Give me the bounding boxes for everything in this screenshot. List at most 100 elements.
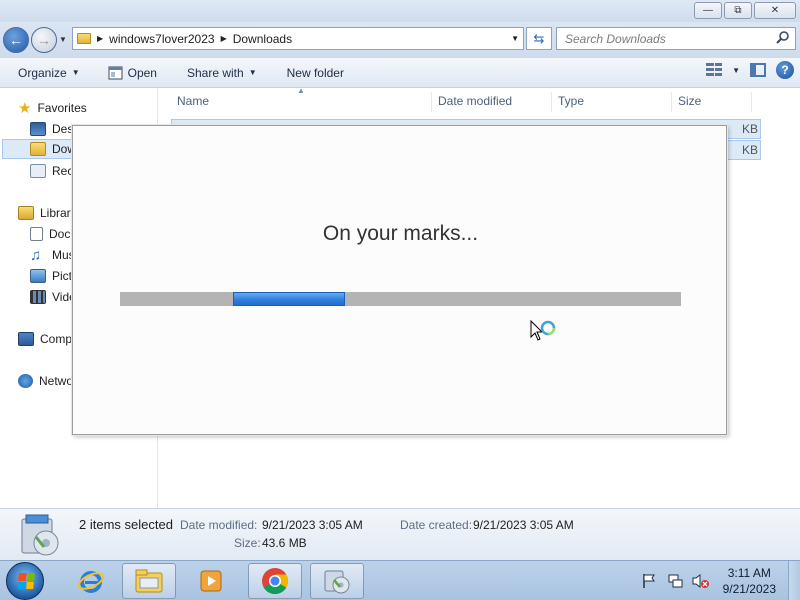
help-icon[interactable]: ? <box>776 61 794 79</box>
show-desktop-button[interactable] <box>788 561 800 600</box>
nav-favorites-label: Favorites <box>37 101 87 115</box>
taskbar-media-player[interactable] <box>184 563 238 599</box>
nav-computer[interactable]: Comp <box>18 329 72 349</box>
internet-explorer-icon <box>77 571 105 593</box>
date-modified-value: 9/21/2023 3:05 AM <box>262 518 363 532</box>
loading-message: On your marks... <box>322 222 479 245</box>
date-created-value: 9/21/2023 3:05 AM <box>473 518 574 532</box>
forward-arrow-icon: → <box>37 32 51 48</box>
breadcrumb-arrow-icon[interactable]: ▶ <box>221 34 227 43</box>
new-folder-button[interactable]: New folder <box>279 61 352 85</box>
column-header-name[interactable]: Name <box>177 92 209 114</box>
column-divider[interactable] <box>431 92 432 112</box>
restore-icon: ⧉ <box>734 5 742 16</box>
open-icon <box>108 66 123 79</box>
clock-time: 3:11 AM <box>727 566 771 580</box>
nav-libraries[interactable]: Librar <box>18 203 71 223</box>
progress-bar <box>120 292 681 306</box>
installer-package-icon <box>21 514 59 556</box>
downloads-folder-icon <box>30 142 46 156</box>
taskbar: 3:11 AM 9/21/2023 <box>0 560 800 600</box>
column-divider[interactable] <box>671 92 672 112</box>
open-label: Open <box>127 65 157 80</box>
documents-icon <box>30 227 43 241</box>
refresh-icon: ⇆ <box>533 30 545 46</box>
column-divider[interactable] <box>551 92 552 112</box>
maximize-button[interactable]: ⧉ <box>724 2 752 19</box>
search-icon[interactable] <box>775 30 791 46</box>
refresh-button[interactable]: ⇆ <box>526 27 552 50</box>
file-size-suffix: KB <box>741 122 758 136</box>
start-button[interactable] <box>6 562 44 600</box>
recent-pages-dropdown[interactable]: ▼ <box>59 35 67 44</box>
close-button[interactable]: ✕ <box>754 2 796 19</box>
music-icon: ♫ <box>30 246 42 264</box>
date-created-label: Date created: <box>400 518 473 532</box>
size-value: 43.6 MB <box>262 536 307 550</box>
breadcrumb-user-folder[interactable]: windows7lover2023 <box>109 32 214 46</box>
forward-button[interactable]: → <box>31 27 57 53</box>
view-options-dropdown[interactable]: ▼ <box>732 66 740 75</box>
nav-pictures[interactable]: Pict <box>30 266 72 286</box>
column-header-date-modified[interactable]: Date modified <box>438 92 512 114</box>
organize-button[interactable]: Organize ▼ <box>10 61 88 85</box>
navigation-bar: ← → ▼ ▶ windows7lover2023 ▶ Downloads ▼ … <box>0 22 800 58</box>
breadcrumb-arrow-icon[interactable]: ▶ <box>97 34 103 43</box>
search-input[interactable]: Search Downloads <box>556 27 796 50</box>
file-size-suffix: KB <box>741 143 758 157</box>
nav-computer-label: Comp <box>40 332 73 346</box>
windows-logo-icon <box>17 573 35 589</box>
computer-icon <box>18 332 34 346</box>
pictures-icon <box>30 269 46 283</box>
window-controls: — ⧉ ✕ <box>694 2 796 19</box>
selection-count: 2 items selected <box>79 517 173 532</box>
details-pane: 2 items selected Date modified: 9/21/202… <box>0 508 800 560</box>
size-label: Size: <box>234 536 261 550</box>
share-with-button[interactable]: Share with ▼ <box>179 61 265 85</box>
desktop-icon <box>30 122 46 136</box>
nav-music[interactable]: ♫ Mus <box>30 245 75 265</box>
minimize-button[interactable]: — <box>694 2 722 19</box>
volume-muted-icon[interactable] <box>692 573 710 589</box>
nav-libraries-label: Librar <box>40 206 71 220</box>
nav-network-label: Netwo <box>39 374 74 388</box>
nav-network[interactable]: Netwo <box>18 371 73 391</box>
busy-cursor-icon <box>530 320 556 341</box>
installer-icon <box>324 570 350 594</box>
recent-places-icon <box>30 164 46 178</box>
nav-videos[interactable]: Vide <box>30 287 76 307</box>
taskbar-windows-explorer[interactable] <box>122 563 176 599</box>
media-player-icon <box>200 570 222 592</box>
action-center-flag-icon[interactable] <box>642 573 656 589</box>
star-icon: ★ <box>18 100 32 117</box>
title-bar: — ⧉ ✕ <box>0 0 800 22</box>
sort-indicator-icon: ▲ <box>297 86 305 95</box>
network-tray-icon[interactable] <box>668 573 684 589</box>
change-view-icon[interactable] <box>706 63 723 77</box>
command-bar: Organize ▼ Open Share with ▼ New folder … <box>0 58 800 88</box>
taskbar-internet-explorer[interactable] <box>64 563 118 599</box>
breadcrumb-downloads[interactable]: Downloads <box>233 32 292 46</box>
system-clock[interactable]: 3:11 AM 9/21/2023 <box>723 565 776 597</box>
preview-pane-icon[interactable] <box>750 63 766 77</box>
taskbar-chrome[interactable] <box>248 563 302 599</box>
windows-explorer-icon <box>135 569 163 593</box>
chrome-icon <box>262 568 289 595</box>
nav-documents-label: Doc <box>49 227 71 241</box>
column-header-size[interactable]: Size <box>678 92 701 114</box>
address-dropdown-icon[interactable]: ▼ <box>511 34 519 43</box>
nav-documents[interactable]: Doc <box>30 224 70 244</box>
back-button[interactable]: ← <box>3 27 29 53</box>
column-header-type[interactable]: Type <box>558 92 584 114</box>
minimize-icon: — <box>703 5 713 16</box>
loading-dialog: On your marks... <box>72 125 727 435</box>
open-button[interactable]: Open <box>100 61 165 85</box>
column-divider[interactable] <box>751 92 752 112</box>
address-bar[interactable]: ▶ windows7lover2023 ▶ Downloads ▼ <box>72 27 524 50</box>
nav-favorites[interactable]: ★ Favorites <box>18 98 87 118</box>
taskbar-installer[interactable] <box>310 563 364 599</box>
share-with-label: Share with <box>186 65 244 80</box>
chevron-down-icon: ▼ <box>248 68 257 77</box>
folder-icon <box>77 33 91 44</box>
libraries-icon <box>18 206 34 220</box>
